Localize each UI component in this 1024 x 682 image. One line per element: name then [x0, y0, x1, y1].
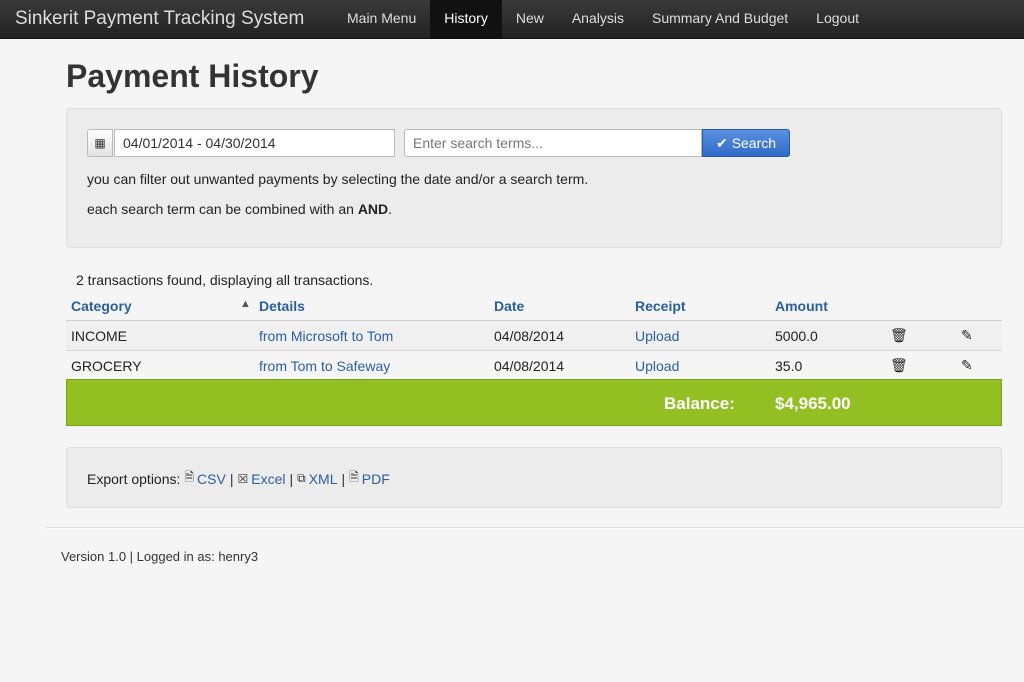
table-row: INCOME from Microsoft to Tom 04/08/2014 …: [66, 321, 1002, 351]
column-details[interactable]: Details: [259, 298, 305, 314]
table-header: Category ▲ Details Date Receipt Amount: [66, 292, 1002, 321]
export-csv-link[interactable]: 🗎 CSV: [184, 468, 225, 489]
column-date[interactable]: Date: [494, 298, 524, 314]
separator: |: [229, 470, 234, 487]
checkmark-icon: ✔: [715, 134, 728, 151]
column-amount[interactable]: Amount: [775, 298, 828, 314]
search-button[interactable]: ✔ Search: [702, 129, 790, 157]
search-input[interactable]: [404, 129, 702, 157]
nav-analysis[interactable]: Analysis: [558, 0, 638, 38]
export-pdf-label: PDF: [361, 470, 390, 487]
export-excel-link[interactable]: ☒ Excel: [237, 471, 285, 487]
results-summary: 2 transactions found, displaying all tra…: [76, 272, 374, 288]
search-button-label: Search: [731, 135, 777, 151]
balance-value: $4,965.00: [775, 394, 851, 413]
row-date: 04/08/2014: [494, 328, 565, 344]
row-category: INCOME: [71, 328, 127, 344]
row-upload-link[interactable]: Upload: [635, 358, 679, 374]
nav-new[interactable]: New: [502, 0, 558, 38]
pencil-icon[interactable]: ✎: [961, 327, 973, 344]
export-xml-link[interactable]: ⧉ XML: [297, 471, 337, 487]
export-pdf-link[interactable]: 🗎 PDF: [349, 468, 390, 489]
top-navbar: Sinkerit Payment Tracking System Main Me…: [0, 0, 1024, 39]
trash-icon[interactable]: 🗑: [890, 357, 908, 374]
row-amount: 35.0: [775, 358, 803, 374]
row-date: 04/08/2014: [494, 358, 565, 374]
row-details-link[interactable]: from Tom to Safeway: [259, 358, 390, 374]
separator: |: [289, 470, 294, 487]
filter-panel: ▦ ✔ Search you can filter out unwanted p…: [66, 108, 1002, 248]
date-range-input[interactable]: [114, 129, 395, 157]
footer-text: Version 1.0 | Logged in as: henry3: [61, 549, 259, 564]
column-receipt[interactable]: Receipt: [635, 298, 686, 314]
help-suffix: .: [388, 201, 393, 217]
page-title: Payment History: [66, 58, 319, 94]
csv-file-icon: 🗎: [184, 470, 195, 484]
pencil-icon[interactable]: ✎: [961, 357, 973, 374]
row-amount: 5000.0: [775, 328, 818, 344]
pdf-file-icon: 🗎: [349, 470, 359, 484]
calendar-icon: ▦: [94, 136, 106, 150]
balance-label: Balance:: [664, 394, 735, 413]
transactions-table: Category ▲ Details Date Receipt Amount I…: [66, 292, 1002, 381]
footer-divider: [46, 527, 1024, 529]
row-category: GROCERY: [71, 358, 142, 374]
app-brand[interactable]: Sinkerit Payment Tracking System: [0, 8, 333, 30]
export-xml-label: XML: [308, 470, 338, 487]
help-prefix: each search term can be combined with an: [87, 201, 358, 217]
nav-history[interactable]: History: [430, 0, 502, 38]
column-category[interactable]: Category: [71, 298, 132, 314]
table-row: GROCERY from Tom to Safeway 04/08/2014 U…: [66, 351, 1002, 381]
export-options: Export options: 🗎 CSV | ☒ Excel | ⧉ XML | 🗎…: [87, 468, 390, 489]
main-nav: Main Menu History New Analysis Summary A…: [333, 0, 873, 38]
calendar-button[interactable]: ▦: [87, 129, 113, 157]
filter-help-text-and: each search term can be combined with an…: [87, 201, 392, 217]
row-upload-link[interactable]: Upload: [635, 328, 679, 344]
nav-logout[interactable]: Logout: [802, 0, 873, 38]
nav-summary-and-budget[interactable]: Summary And Budget: [638, 0, 802, 38]
row-details-link[interactable]: from Microsoft to Tom: [259, 328, 393, 344]
export-panel: Export options: 🗎 CSV | ☒ Excel | ⧉ XML | 🗎…: [66, 447, 1002, 508]
export-label: Export options:: [87, 470, 181, 487]
help-and-keyword: AND: [357, 201, 389, 217]
export-csv-label: CSV: [197, 470, 226, 487]
xml-file-icon: ⧉: [297, 471, 306, 485]
filter-help-text: you can filter out unwanted payments by …: [87, 171, 589, 187]
balance-bar: Balance: $4,965.00: [66, 379, 1002, 426]
trash-icon[interactable]: 🗑: [890, 327, 908, 344]
nav-main-menu[interactable]: Main Menu: [333, 0, 430, 38]
separator: |: [341, 470, 346, 487]
sort-icon[interactable]: ▲: [240, 298, 251, 310]
excel-file-icon: ☒: [237, 471, 249, 486]
export-excel-label: Excel: [251, 470, 286, 487]
